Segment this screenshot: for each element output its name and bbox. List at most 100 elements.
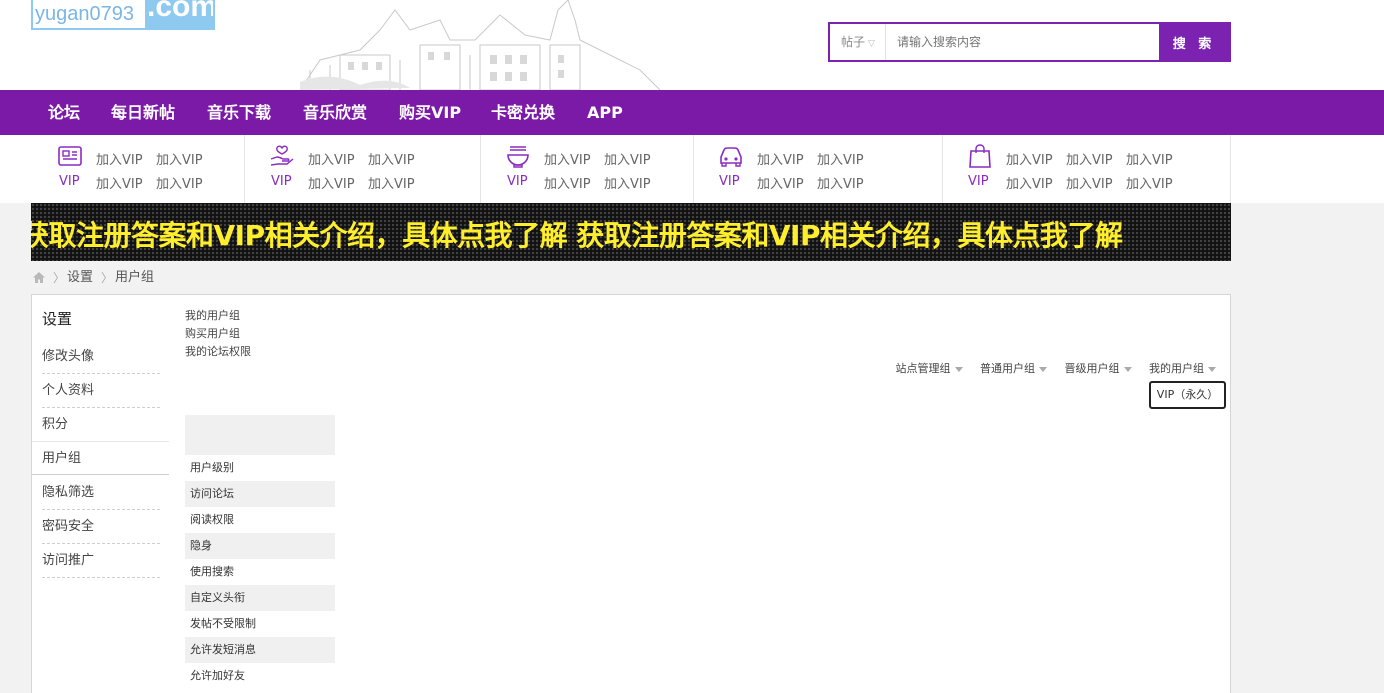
quick-link[interactable]: 加入VIP <box>1126 149 1173 168</box>
marquee-text[interactable]: 获取注册答案和VIP相关介绍，具体点我了解 获取注册答案和VIP相关介绍，具体点… <box>31 214 1123 254</box>
sublink-my-group[interactable]: 我的用户组 <box>185 307 251 325</box>
sidebar-item-privacy[interactable]: 隐私筛选 <box>42 476 160 510</box>
quick-link[interactable]: 加入VIP <box>156 149 203 168</box>
quick-link[interactable]: 加入VIP <box>308 173 355 192</box>
tab-label: 晋级用户组 <box>1064 362 1120 375</box>
quick-cell: VIP 加入VIP 加入VIP 加入VIP 加入VIP 加入VIP 加入VIP <box>943 135 1231 203</box>
car-icon <box>720 147 742 167</box>
permission-row: 阅读权限 <box>190 513 234 526</box>
permission-row: 允许加好友 <box>190 669 245 682</box>
nav-item-card-redeem[interactable]: 卡密兑换 <box>491 90 555 135</box>
group-tabs: 站点管理组 普通用户组 晋级用户组 我的用户组 <box>882 360 1216 376</box>
permission-row: 隐身 <box>185 533 335 559</box>
search-input[interactable] <box>887 24 1159 60</box>
quick-link[interactable]: 加入VIP <box>604 173 651 192</box>
quick-link[interactable]: 加入VIP <box>817 173 864 192</box>
quick-cell: VIP 加入VIP 加入VIP 加入VIP 加入VIP <box>694 135 943 203</box>
breadcrumb-separator: 〉 <box>53 271 66 285</box>
quick-link[interactable]: 加入VIP <box>757 173 804 192</box>
quick-links-panel: VIP 加入VIP 加入VIP 加入VIP 加入VIP VIP 加入VIP 加入… <box>0 135 1384 203</box>
tab-label: 普通用户组 <box>980 362 1035 375</box>
quick-vip-label[interactable]: VIP <box>271 174 292 189</box>
sidebar-item-credits[interactable]: 积分 <box>42 408 160 442</box>
quick-cell: VIP 加入VIP 加入VIP 加入VIP 加入VIP <box>31 135 245 203</box>
quick-link[interactable]: 加入VIP <box>544 149 591 168</box>
quick-link[interactable]: 加入VIP <box>1126 173 1173 192</box>
shopping-bag-icon <box>969 144 991 168</box>
search-type-label: 帖子 <box>841 35 866 49</box>
permission-row: 自定义头衔 <box>185 585 335 611</box>
breadcrumb-item-settings[interactable]: 设置 <box>67 268 93 288</box>
news-icon <box>58 146 82 166</box>
tab-promotion-group[interactable]: 晋级用户组 <box>1058 362 1132 375</box>
site-logo[interactable]: yugan0793 .com <box>31 0 215 30</box>
led-marquee-banner[interactable]: 获取注册答案和VIP相关介绍，具体点我了解 获取注册答案和VIP相关介绍，具体点… <box>31 203 1231 261</box>
quick-vip-label[interactable]: VIP <box>968 174 989 189</box>
search-type-select[interactable]: 帖子 ▽ <box>830 24 886 60</box>
sublink-buy-group[interactable]: 购买用户组 <box>185 325 251 343</box>
quick-cell: VIP 加入VIP 加入VIP 加入VIP 加入VIP <box>245 135 481 203</box>
quick-link[interactable]: 加入VIP <box>544 173 591 192</box>
quick-link[interactable]: 加入VIP <box>1006 149 1053 168</box>
tab-normal-group[interactable]: 普通用户组 <box>973 362 1047 375</box>
quick-link[interactable]: 加入VIP <box>368 173 415 192</box>
caret-down-icon <box>954 366 963 372</box>
nav-item-music-download[interactable]: 音乐下载 <box>207 90 271 135</box>
tab-my-group[interactable]: 我的用户组 <box>1142 362 1216 375</box>
quick-link[interactable]: 加入VIP <box>156 173 203 192</box>
tab-admin-group[interactable]: 站点管理组 <box>889 362 963 375</box>
settings-panel: 设置 修改头像 个人资料 积分 用户组 隐私筛选 密码安全 访问推广 我的用户组… <box>31 294 1231 693</box>
quick-link[interactable]: 加入VIP <box>1066 149 1113 168</box>
nav-item-daily-new[interactable]: 每日新帖 <box>111 90 175 135</box>
caret-down-icon <box>1039 366 1047 372</box>
sidebar-item-profile[interactable]: 个人资料 <box>42 374 160 408</box>
sidebar-item-usergroup[interactable]: 用户组 <box>32 441 169 475</box>
quick-link[interactable]: 加入VIP <box>817 149 864 168</box>
food-bowl-icon <box>507 146 529 168</box>
quick-cell: VIP 加入VIP 加入VIP 加入VIP 加入VIP <box>481 135 694 203</box>
quick-vip-label[interactable]: VIP <box>507 174 528 189</box>
logo-text-left: yugan0793 <box>33 0 145 28</box>
sidebar-item-avatar[interactable]: 修改头像 <box>42 340 160 374</box>
search-bar: 帖子▽ 搜 索 <box>828 22 1231 62</box>
permission-row: 用户级别 <box>190 461 234 474</box>
permission-row: 允许发短消息 <box>185 637 335 663</box>
nav-item-music-listen[interactable]: 音乐欣赏 <box>303 90 367 135</box>
sublink-forum-permissions[interactable]: 我的论坛权限 <box>185 343 251 361</box>
caret-down-icon <box>1208 366 1216 372</box>
nav-item-buy-vip[interactable]: 购买VIP <box>399 90 461 135</box>
usergroup-sublinks: 我的用户组 购买用户组 我的论坛权限 <box>185 307 251 361</box>
tab-label: 我的用户组 <box>1149 362 1204 375</box>
permission-row: 使用搜索 <box>190 565 234 578</box>
breadcrumb-separator: 〉 <box>101 271 114 285</box>
sidebar-item-promotion[interactable]: 访问推广 <box>42 544 160 578</box>
home-icon[interactable] <box>32 271 46 284</box>
tab-label: 站点管理组 <box>895 362 951 375</box>
permission-row: 访问论坛 <box>185 481 335 507</box>
quick-link[interactable]: 加入VIP <box>1066 173 1113 192</box>
nav-item-forum[interactable]: 论坛 <box>48 90 80 135</box>
quick-link[interactable]: 加入VIP <box>368 149 415 168</box>
quick-link[interactable]: 加入VIP <box>757 149 804 168</box>
nav-item-app[interactable]: APP <box>587 90 623 135</box>
chevron-down-icon: ▽ <box>868 39 875 49</box>
quick-link[interactable]: 加入VIP <box>96 173 143 192</box>
quick-vip-label[interactable]: VIP <box>719 174 740 189</box>
quick-link[interactable]: 加入VIP <box>96 149 143 168</box>
site-header: yugan0793 .com 帖子▽ 搜 索 <box>0 0 1384 90</box>
header-town-illustration <box>300 0 660 90</box>
quick-link[interactable]: 加入VIP <box>604 149 651 168</box>
permissions-table: 用户级别 访问论坛 阅读权限 隐身 使用搜索 自定义头衔 发帖不受限制 允许发短… <box>185 415 335 689</box>
main-nav: 论坛 每日新帖 音乐下载 音乐欣赏 购买VIP 卡密兑换 APP <box>0 90 1384 135</box>
quick-vip-label[interactable]: VIP <box>59 174 80 189</box>
current-group-badge[interactable]: VIP（永久） <box>1149 381 1226 409</box>
sidebar-item-password[interactable]: 密码安全 <box>42 510 160 544</box>
sidebar-title: 设置 <box>42 310 73 328</box>
logo-text-right: .com <box>147 0 215 23</box>
breadcrumb-item-usergroup: 用户组 <box>115 270 155 285</box>
search-button[interactable]: 搜 索 <box>1159 24 1229 60</box>
permissions-header <box>185 415 335 455</box>
quick-link[interactable]: 加入VIP <box>1006 173 1053 192</box>
caret-down-icon <box>1123 366 1132 372</box>
quick-link[interactable]: 加入VIP <box>308 149 355 168</box>
